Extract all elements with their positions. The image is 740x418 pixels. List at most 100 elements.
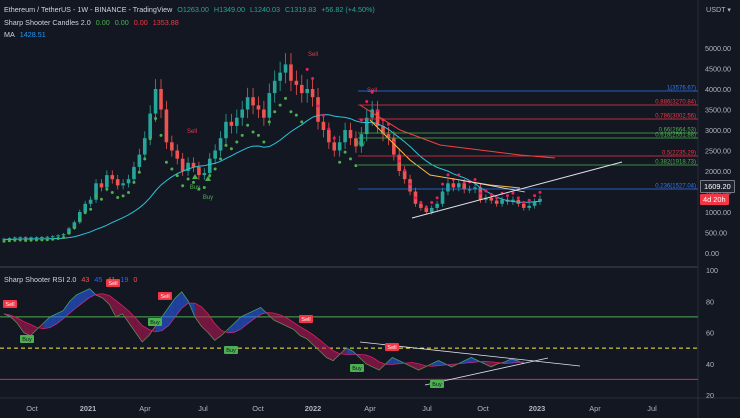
fib-level-label: 0.382(1918.73) [655,160,696,166]
buy-signal-label: Buy [355,141,365,147]
rsi-signal-line [3,293,525,367]
rsi-fill-band [43,316,51,329]
candle-body [440,191,445,204]
slow-ma-line [359,104,556,159]
rsi-fill-band [359,354,367,364]
candle-body [170,142,174,151]
candle-body [202,173,207,176]
price-tick-label: 4500.00 [705,65,731,74]
candle-body [105,175,109,188]
trailing-stop-dot [376,109,380,113]
trailing-stop-dot [175,174,179,178]
trailing-stop-dot [413,196,417,200]
trailing-stop-dot [2,239,6,243]
trailing-stop-dot [278,103,282,107]
chart-canvas[interactable]: 5000.004500.004000.003500.003000.002500.… [0,0,740,418]
trailing-stop-dot [219,157,223,161]
candle-body [332,142,337,151]
trailing-stop-dot [349,157,353,161]
trailing-stop-dot [354,164,358,168]
trailing-stop-dot [327,127,331,131]
candle-body [245,97,250,110]
time-tick-label: Jul [198,404,208,413]
trailing-stop-dot [408,182,412,186]
buy-signal-label: Buy [203,195,213,201]
candle-body [7,238,12,240]
time-tick-label: Oct [252,404,264,413]
rsi-fill-band [431,360,439,367]
rsi-fill-band [484,361,492,367]
trailing-stop-dot [148,137,152,141]
trailing-stop-dot [533,194,537,198]
time-tick-label: Apr [589,404,601,413]
candle-body [240,109,245,118]
candle-body [462,183,467,190]
trailing-stop-dot [489,192,493,196]
trailing-stop-dot [311,77,315,81]
indicator1-legend[interactable]: Sharp Shooter Candles 2.0 0.00 0.00 0.00… [4,18,182,27]
candle-body [50,236,55,238]
buy-signal-label: Buy [190,185,200,191]
trailing-stop-dot [289,110,293,114]
trailing-stop-dot [132,180,136,184]
buy-badge-label: Buy [22,337,32,343]
candle-body [137,154,142,167]
rsi-tick-label: 20 [706,391,714,400]
candle-body [18,237,23,239]
rsi-fill-band [161,307,169,331]
candle-body [34,237,39,239]
trailing-stop-dot [191,180,195,184]
trailing-stop-dot [127,190,131,194]
time-tick-label: 2023 [529,404,545,413]
candle-body [56,235,60,237]
trailing-stop-dot [67,231,71,235]
rsi-fill-band [50,313,57,328]
rsi-val-2: 41 [107,275,116,284]
ohlc-open: O1263.00 [177,5,209,14]
rsi-val-3: 19 [120,275,129,284]
rsi-legend[interactable]: Sharp Shooter RSI 2.0 43 45 41 19 0 [4,275,140,284]
trailing-stop-dot [137,170,141,174]
candle-body [446,183,450,192]
rsi-val-1: 45 [94,275,103,284]
ohlc-low: L1240.03 [250,5,281,14]
trailing-stop-dot [56,237,60,241]
candle-body [110,175,115,180]
candle-body [29,237,33,239]
trailing-stop-dot [13,238,17,242]
trailing-stop-dot [321,113,325,117]
trailing-stop-dot [506,194,510,198]
candle-body [256,105,261,110]
trailing-stop-dot [7,239,11,243]
candle-body [343,130,347,143]
trailing-stop-dot [181,184,185,188]
trailing-stop-dot [99,197,103,201]
time-tick-label: Apr [139,404,151,413]
indicator2-legend[interactable]: MA 1428.51 [4,30,49,39]
rsi-val-0: 43 [81,275,90,284]
rsi-tick-label: 60 [706,329,714,338]
trailing-stop-dot [94,194,98,198]
candle-body [83,203,88,212]
candle-body [45,236,50,238]
time-tick-label: Apr [364,404,376,413]
candle-body [348,130,353,139]
trailing-stop-dot [495,196,499,200]
candle-body [289,64,293,81]
trailing-stop-dot [24,239,28,243]
candle-body [527,205,531,208]
candle-body [148,113,152,139]
rsi-fill-band [346,348,353,355]
rsi-tick-label: 100 [706,266,718,275]
rsi-fill-band [96,293,103,299]
rsi-fill-band [102,293,110,305]
currency-label[interactable]: USDT ▾ [706,5,731,14]
rsi-fill-band [385,357,393,365]
candle-body [224,121,228,139]
trailing-stop-dot [51,237,55,241]
trailing-stop-dot [522,200,526,204]
trailing-stop-dot [473,178,477,182]
trailing-stop-dot [154,117,158,121]
rsi-fill-band [208,313,215,341]
rsi-tick-label: 80 [706,297,714,306]
